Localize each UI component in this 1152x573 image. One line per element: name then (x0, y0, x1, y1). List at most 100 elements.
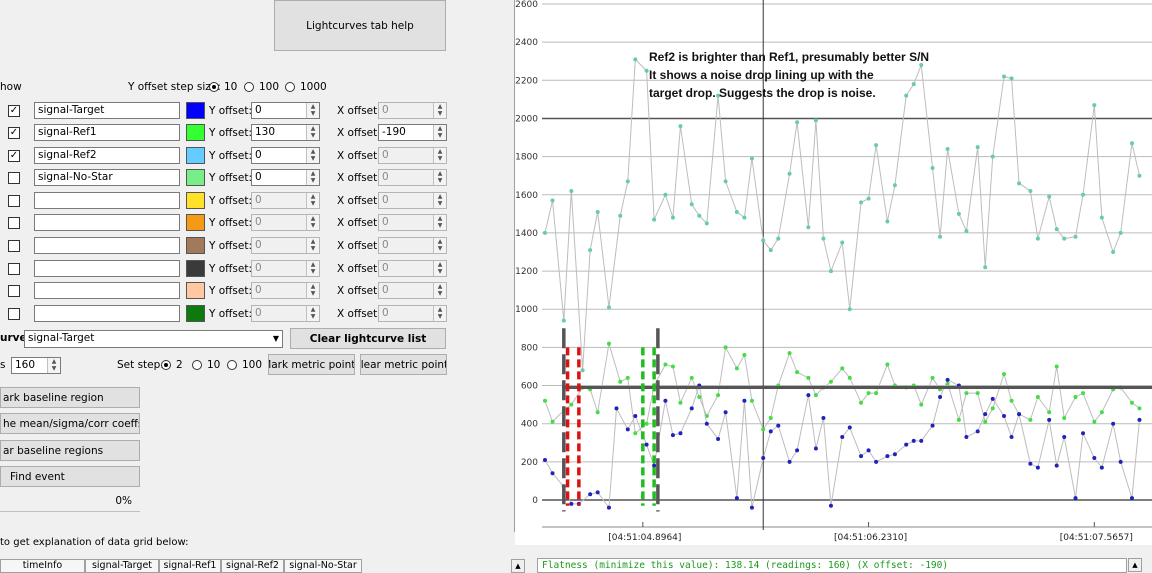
row-8-color-swatch[interactable] (186, 282, 205, 299)
clear-lightcurve-list-button[interactable]: Clear lightcurve list (290, 328, 446, 349)
row-6-name-field[interactable] (34, 237, 180, 254)
row-6-x-offset-stepper[interactable]: 0 ▲ ▼ (378, 237, 447, 254)
spinner-arrows-icon[interactable]: ▲ ▼ (306, 261, 319, 276)
clear-baseline-regions-button[interactable]: ar baseline regions (0, 440, 140, 461)
lightcurve-chart[interactable]: 0 200 400 600 800 1000 1200 1400 1600 1800 2000 220… (515, 0, 1152, 545)
spinner-arrows-icon[interactable]: ▲ ▼ (306, 125, 319, 140)
row-9-visible-checkbox[interactable] (8, 308, 20, 320)
grid-header-signal-no-star[interactable]: signal-No-Star (284, 559, 362, 573)
spinner-arrows-icon[interactable]: ▲ ▼ (433, 261, 446, 276)
spinner-arrows-icon[interactable]: ▲ ▼ (306, 148, 319, 163)
row-2-name-field[interactable]: signal-Ref2 (34, 147, 180, 164)
row-3-name-field[interactable]: signal-No-Star (34, 169, 180, 186)
spinner-arrows-icon[interactable]: ▲ ▼ (306, 215, 319, 230)
row-5-y-offset-stepper[interactable]: 0 ▲ ▼ (251, 214, 320, 231)
row-8-visible-checkbox[interactable] (8, 285, 20, 297)
row-5-color-swatch[interactable] (186, 214, 205, 231)
row-1-visible-checkbox[interactable]: ✓ (8, 127, 20, 139)
spinner-arrows-icon[interactable]: ▲ ▼ (433, 103, 446, 118)
flatness-status-box: Flatness (minimize this value): 138.14 (… (537, 558, 1127, 573)
row-0-y-offset-stepper[interactable]: 0 ▲ ▼ (251, 102, 320, 119)
grid-header-signal-target[interactable]: signal-Target (85, 559, 159, 573)
set-step-10-radio[interactable] (192, 360, 202, 370)
spinner-arrows-icon[interactable]: ▲ ▼ (433, 306, 446, 321)
row-7-y-offset-stepper[interactable]: 0 ▲ ▼ (251, 260, 320, 277)
grid-header-signal-ref2[interactable]: signal-Ref2 (221, 559, 284, 573)
spinner-arrows-icon[interactable]: ▲ ▼ (433, 148, 446, 163)
row-1-color-swatch[interactable] (186, 124, 205, 141)
row-6-visible-checkbox[interactable] (8, 240, 20, 252)
row-6-color-swatch[interactable] (186, 237, 205, 254)
data-point-signal-Ref2 (580, 368, 585, 373)
grid-header-signal-ref1[interactable]: signal-Ref1 (159, 559, 221, 573)
row-4-y-offset-stepper[interactable]: 0 ▲ ▼ (251, 192, 320, 209)
spinner-arrows-icon[interactable]: ▲ ▼ (433, 283, 446, 298)
row-4-color-swatch[interactable] (186, 192, 205, 209)
row-5-visible-checkbox[interactable] (8, 217, 20, 229)
data-point-signal-Target (1081, 431, 1086, 436)
row-6-y-offset-stepper[interactable]: 0 ▲ ▼ (251, 237, 320, 254)
row-1-x-offset-stepper[interactable]: -190 ▲ ▼ (378, 124, 447, 141)
row-4-visible-checkbox[interactable] (8, 195, 20, 207)
row-0-x-offset-stepper[interactable]: 0 ▲ ▼ (378, 102, 447, 119)
lightcurves-tab-help-button[interactable]: Lightcurves tab help (274, 0, 446, 51)
row-9-y-offset-stepper[interactable]: 0 ▲ ▼ (251, 305, 320, 322)
row-5-x-offset-stepper[interactable]: 0 ▲ ▼ (378, 214, 447, 231)
curve-select[interactable]: signal-Target ▼ (24, 330, 283, 348)
set-step-2-radio[interactable] (161, 360, 171, 370)
find-event-button[interactable]: Find event (0, 466, 140, 487)
grid-scroll-up-icon[interactable]: ▲ (511, 559, 525, 573)
row-2-y-offset-stepper[interactable]: 0 ▲ ▼ (251, 147, 320, 164)
row-8-x-offset-stepper[interactable]: 0 ▲ ▼ (378, 282, 447, 299)
row-2-visible-checkbox[interactable]: ✓ (8, 150, 20, 162)
row-0-visible-checkbox[interactable]: ✓ (8, 105, 20, 117)
spinner-arrows-icon[interactable]: ▲ ▼ (306, 283, 319, 298)
row-4-name-field[interactable] (34, 192, 180, 209)
mark-baseline-region-button[interactable]: ark baseline region (0, 387, 140, 408)
row-2-x-offset-stepper[interactable]: 0 ▲ ▼ (378, 147, 447, 164)
row-0-name-field[interactable]: signal-Target (34, 102, 180, 119)
row-3-visible-checkbox[interactable] (8, 172, 20, 184)
row-7-name-field[interactable] (34, 260, 180, 277)
spinner-arrows-icon[interactable]: ▲ ▼ (433, 193, 446, 208)
spinner-arrows-icon[interactable]: ▲ ▼ (306, 238, 319, 253)
row-7-color-swatch[interactable] (186, 260, 205, 277)
step-10-radio[interactable] (209, 82, 219, 92)
row-9-name-field[interactable] (34, 305, 180, 322)
spinner-arrows-icon[interactable]: ▲ ▼ (433, 215, 446, 230)
clear-metric-points-button[interactable]: Clear metric points (360, 354, 447, 375)
spinner-arrows-icon[interactable]: ▲ ▼ (306, 170, 319, 185)
spinner-arrows-icon[interactable]: ▲ ▼ (433, 170, 446, 185)
points-stepper[interactable]: 160 ▲ ▼ (11, 357, 61, 374)
row-3-x-offset-stepper[interactable]: 0 ▲ ▼ (378, 169, 447, 186)
row-1-y-offset-stepper[interactable]: 130 ▲ ▼ (251, 124, 320, 141)
spinner-arrows-icon[interactable]: ▲ ▼ (433, 125, 446, 140)
status-scroll-up-icon[interactable]: ▲ (1128, 558, 1142, 572)
row-8-y-offset-stepper[interactable]: 0 ▲ ▼ (251, 282, 320, 299)
row-9-x-offset-stepper[interactable]: 0 ▲ ▼ (378, 305, 447, 322)
mark-metric-points-button[interactable]: Mark metric points (268, 354, 355, 375)
row-5-name-field[interactable] (34, 214, 180, 231)
spinner-arrows-icon[interactable]: ▲ ▼ (433, 238, 446, 253)
row-0-color-swatch[interactable] (186, 102, 205, 119)
set-step-100-radio[interactable] (227, 360, 237, 370)
step-100-radio[interactable] (244, 82, 254, 92)
mean-sigma-corr-button[interactable]: he mean/sigma/corr coeffs (0, 413, 140, 434)
row-3-color-swatch[interactable] (186, 169, 205, 186)
step-1000-radio[interactable] (285, 82, 295, 92)
spinner-arrows-icon[interactable]: ▲ ▼ (306, 306, 319, 321)
spinner-arrows-icon[interactable]: ▲ ▼ (306, 193, 319, 208)
row-1-name-field[interactable]: signal-Ref1 (34, 124, 180, 141)
row-7-visible-checkbox[interactable] (8, 263, 20, 275)
data-point-signal-Target (795, 448, 800, 453)
row-4-x-offset-stepper[interactable]: 0 ▲ ▼ (378, 192, 447, 209)
row-9-color-swatch[interactable] (186, 305, 205, 322)
row-3-y-offset-stepper[interactable]: 0 ▲ ▼ (251, 169, 320, 186)
grid-header-timeinfo[interactable]: timeInfo (0, 559, 85, 573)
row-8-name-field[interactable] (34, 282, 180, 299)
row-2-color-swatch[interactable] (186, 147, 205, 164)
lightcurve-chart-svg[interactable]: 0 200 400 600 800 1000 1200 1400 1600 1800 2000 220… (515, 0, 1152, 545)
spinner-arrows-icon[interactable]: ▲ ▼ (47, 358, 60, 373)
spinner-arrows-icon[interactable]: ▲ ▼ (306, 103, 319, 118)
row-7-x-offset-stepper[interactable]: 0 ▲ ▼ (378, 260, 447, 277)
